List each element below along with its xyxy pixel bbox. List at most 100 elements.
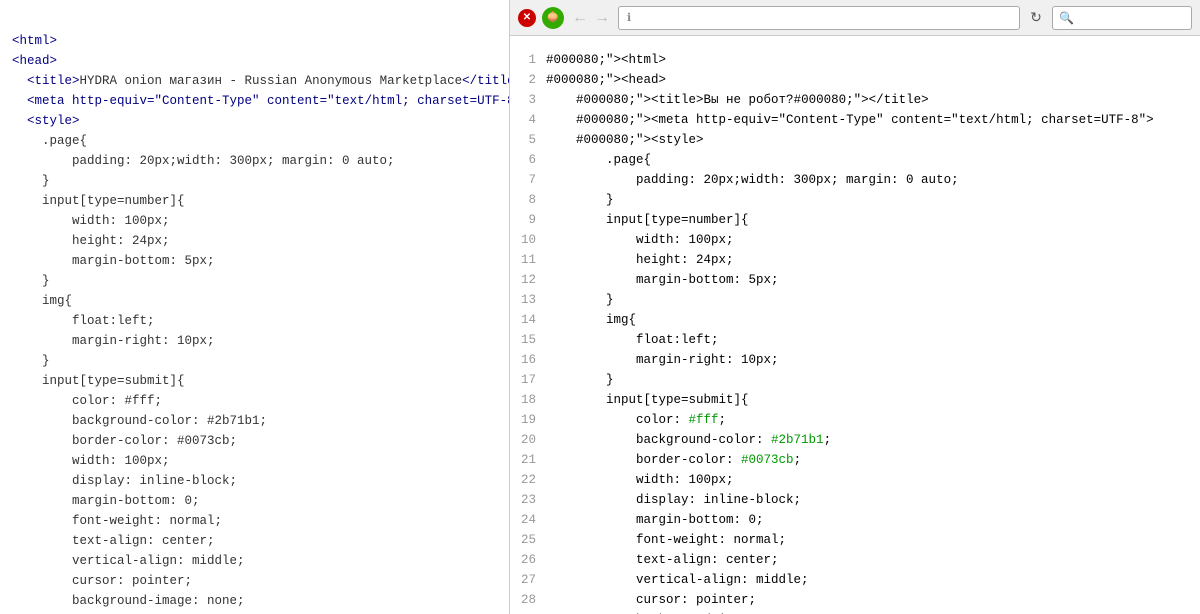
left-source-line: <title>HYDRA onion магазин - Russian Ano… bbox=[12, 71, 497, 91]
source-line: 7 padding: 20px;width: 300px; margin: 0 … bbox=[510, 170, 1200, 190]
source-line: 11 height: 24px; bbox=[510, 250, 1200, 270]
left-source-line: } bbox=[12, 171, 497, 191]
line-number: 13 bbox=[510, 290, 546, 310]
source-line: 18 input[type=submit]{ bbox=[510, 390, 1200, 410]
source-line: 17 } bbox=[510, 370, 1200, 390]
search-bar[interactable]: 🔍 bbox=[1052, 6, 1192, 30]
line-content: img{ bbox=[546, 310, 1200, 330]
left-source-line: width: 100px; bbox=[12, 211, 497, 231]
reload-button[interactable]: ↻ bbox=[1026, 8, 1046, 28]
info-icon: ℹ bbox=[627, 11, 631, 24]
line-number: 9 bbox=[510, 210, 546, 230]
left-panel-content: <html><head> <title>HYDRA onion магазин … bbox=[0, 27, 509, 614]
source-line: 1#000080;"><html> bbox=[510, 50, 1200, 70]
line-content: font-weight: normal; bbox=[546, 530, 1200, 550]
left-source-line: float:left; bbox=[12, 311, 497, 331]
line-content: padding: 20px;width: 300px; margin: 0 au… bbox=[546, 170, 1200, 190]
line-number: 22 bbox=[510, 470, 546, 490]
line-number: 16 bbox=[510, 350, 546, 370]
source-line: 21 border-color: #0073cb; bbox=[510, 450, 1200, 470]
left-source-line: } bbox=[12, 271, 497, 291]
source-line: 15 float:left; bbox=[510, 330, 1200, 350]
line-number: 15 bbox=[510, 330, 546, 350]
line-content: color: #fff; bbox=[546, 410, 1200, 430]
line-content: margin-bottom: 5px; bbox=[546, 270, 1200, 290]
left-source-line: <html> bbox=[12, 31, 497, 51]
line-number: 25 bbox=[510, 530, 546, 550]
source-line: 8 } bbox=[510, 190, 1200, 210]
left-source-line: font-weight: normal; bbox=[12, 511, 497, 531]
left-source-line: display: inline-block; bbox=[12, 471, 497, 491]
source-line: 9 input[type=number]{ bbox=[510, 210, 1200, 230]
line-number: 12 bbox=[510, 270, 546, 290]
line-content: margin-right: 10px; bbox=[546, 350, 1200, 370]
line-number: 7 bbox=[510, 170, 546, 190]
line-content: .page{ bbox=[546, 150, 1200, 170]
stop-button[interactable]: ✕ bbox=[518, 9, 536, 27]
tor-icon: 🧅 bbox=[542, 7, 564, 29]
source-line: 6 .page{ bbox=[510, 150, 1200, 170]
nav-buttons: ← → bbox=[570, 8, 612, 28]
left-source-line: border-color: #0073cb; bbox=[12, 431, 497, 451]
source-line: 28 cursor: pointer; bbox=[510, 590, 1200, 610]
line-content: #000080;"><meta http-equiv="Content-Type… bbox=[546, 110, 1200, 130]
line-content: display: inline-block; bbox=[546, 490, 1200, 510]
right-panel: ✕ 🧅 ← → ℹ ↻ 🔍 bbox=[510, 0, 1200, 614]
line-content: #000080;"><html> bbox=[546, 50, 1200, 70]
left-source-line: <head> bbox=[12, 51, 497, 71]
source-line: 25 font-weight: normal; bbox=[510, 530, 1200, 550]
line-content: } bbox=[546, 190, 1200, 210]
source-line: 5 #000080;"><style> bbox=[510, 130, 1200, 150]
line-content: background-color: #2b71b1; bbox=[546, 430, 1200, 450]
address-bar[interactable]: ℹ bbox=[618, 6, 1020, 30]
line-number: 19 bbox=[510, 410, 546, 430]
line-number: 1 bbox=[510, 50, 546, 70]
line-number: 8 bbox=[510, 190, 546, 210]
left-source-line: img{ bbox=[12, 291, 497, 311]
search-icon: 🔍 bbox=[1059, 11, 1074, 25]
line-number: 17 bbox=[510, 370, 546, 390]
browser-chrome: ✕ 🧅 ← → ℹ ↻ 🔍 bbox=[510, 0, 1200, 36]
source-view: 1#000080;"><html>2#000080;"><head>3 #000… bbox=[510, 46, 1200, 614]
left-source-line: .page{ bbox=[12, 131, 497, 151]
left-source-line: margin-bottom: 5px; bbox=[12, 251, 497, 271]
line-number: 11 bbox=[510, 250, 546, 270]
left-panel-header bbox=[0, 0, 509, 21]
source-line: 16 margin-right: 10px; bbox=[510, 350, 1200, 370]
line-number: 5 bbox=[510, 130, 546, 150]
line-number: 14 bbox=[510, 310, 546, 330]
line-number: 2 bbox=[510, 70, 546, 90]
line-content: #000080;"><title>Вы не робот?#000080;"><… bbox=[546, 90, 1200, 110]
left-source-line: <meta http-equiv="Content-Type" content=… bbox=[12, 91, 497, 111]
left-source-line: background-image: none; bbox=[12, 591, 497, 611]
left-source-line: input[type=number]{ bbox=[12, 191, 497, 211]
left-source-line: <style> bbox=[12, 111, 497, 131]
source-line: 22 width: 100px; bbox=[510, 470, 1200, 490]
left-source-line: color: #fff; bbox=[12, 391, 497, 411]
source-line: 2#000080;"><head> bbox=[510, 70, 1200, 90]
line-number: 10 bbox=[510, 230, 546, 250]
line-number: 26 bbox=[510, 550, 546, 570]
right-panel-header bbox=[510, 36, 1200, 46]
left-source-line: text-align: center; bbox=[12, 531, 497, 551]
back-button[interactable]: ← bbox=[570, 8, 590, 28]
line-number: 21 bbox=[510, 450, 546, 470]
forward-button[interactable]: → bbox=[592, 8, 612, 28]
left-source-line: input[type=submit]{ bbox=[12, 371, 497, 391]
main-container: <html><head> <title>HYDRA onion магазин … bbox=[0, 0, 1200, 614]
source-line: 27 vertical-align: middle; bbox=[510, 570, 1200, 590]
line-number: 20 bbox=[510, 430, 546, 450]
left-source-line: width: 100px; bbox=[12, 451, 497, 471]
line-content: #000080;"><head> bbox=[546, 70, 1200, 90]
left-source-line: margin-right: 10px; bbox=[12, 331, 497, 351]
source-line: 10 width: 100px; bbox=[510, 230, 1200, 250]
line-content: background-image: none; bbox=[546, 610, 1200, 614]
line-content: margin-bottom: 0; bbox=[546, 510, 1200, 530]
line-number: 24 bbox=[510, 510, 546, 530]
source-line: 12 margin-bottom: 5px; bbox=[510, 270, 1200, 290]
left-source-line: padding: 20px;width: 300px; margin: 0 au… bbox=[12, 151, 497, 171]
line-number: 18 bbox=[510, 390, 546, 410]
line-number: 23 bbox=[510, 490, 546, 510]
source-line: 19 color: #fff; bbox=[510, 410, 1200, 430]
line-content: float:left; bbox=[546, 330, 1200, 350]
